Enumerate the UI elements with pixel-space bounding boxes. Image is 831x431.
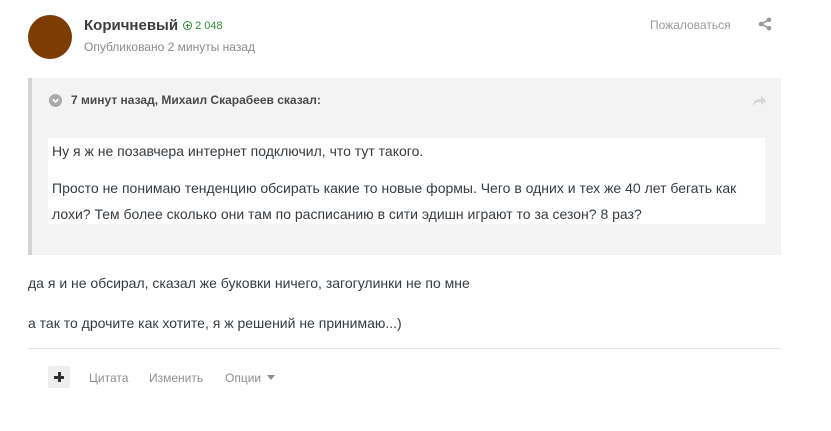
post-text-line: да я и не обсирал, сказал же буковки нич… [28, 275, 470, 291]
author-info: Коричневый 2 048 [84, 17, 223, 34]
author-name[interactable]: Коричневый [84, 17, 178, 34]
react-plus-button[interactable] [48, 366, 70, 388]
quote-paragraph: Ну я ж не позавчера интернет подключил, … [52, 143, 424, 159]
edit-button[interactable]: Изменить [149, 371, 203, 385]
caret-down-icon [267, 375, 276, 380]
options-label: Опции [225, 371, 262, 385]
quote-paragraph: Просто не понимаю тенденцию обсирать как… [52, 180, 737, 222]
divider [28, 348, 781, 349]
report-link[interactable]: Пожаловаться [650, 18, 731, 32]
avatar[interactable] [28, 15, 72, 59]
quote-body: Ну я ж не позавчера интернет подключил, … [48, 138, 765, 224]
reputation-count: 2 048 [195, 19, 223, 32]
share-icon[interactable] [758, 17, 772, 31]
quote-button[interactable]: Цитата [89, 371, 128, 385]
collapse-chevron-icon[interactable] [49, 93, 62, 107]
options-button[interactable]: Опции [225, 371, 276, 385]
quote-header[interactable]: 7 минут назад, Михаил Скарабеев сказал: [49, 93, 321, 107]
post-text-line: а так то дрочите как хотите, я ж решений… [28, 315, 402, 331]
published-time: Опубликовано 2 минуты назад [84, 40, 255, 54]
reputation-badge[interactable]: 2 048 [183, 20, 223, 32]
quote-block: 7 минут назад, Михаил Скарабеев сказал: … [28, 78, 781, 255]
go-to-quote-icon[interactable] [751, 94, 767, 108]
quote-citation: 7 минут назад, Михаил Скарабеев сказал: [71, 93, 321, 107]
plus-circle-icon [183, 21, 193, 30]
